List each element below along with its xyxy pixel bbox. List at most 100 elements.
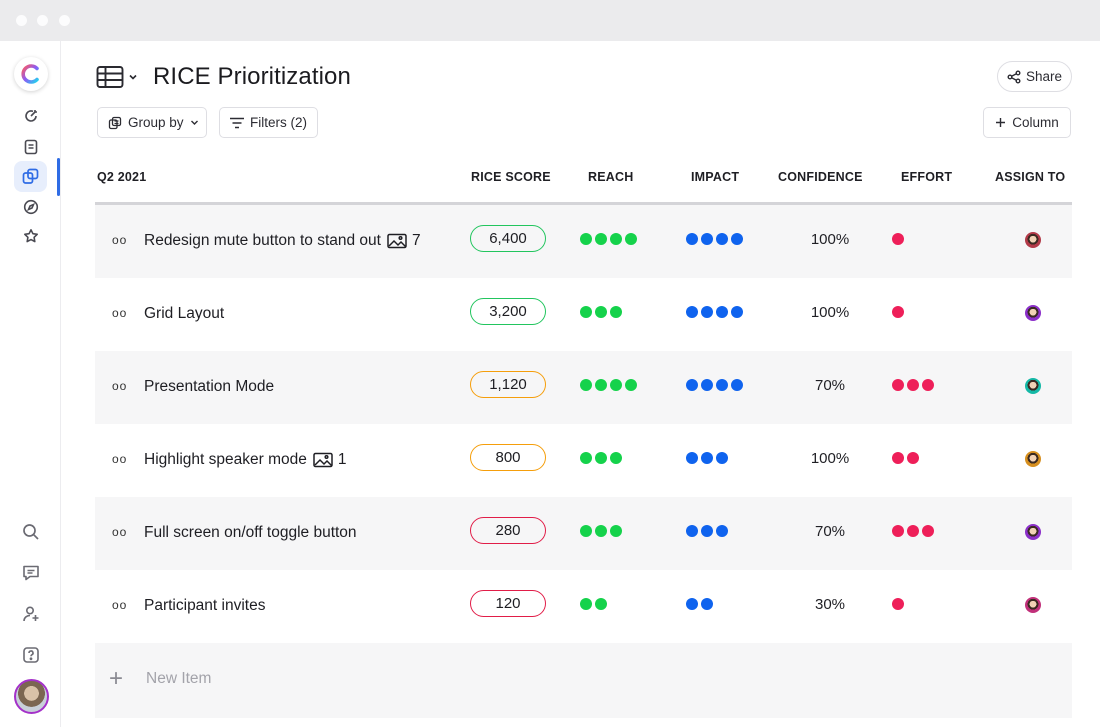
- compass-icon[interactable]: [20, 196, 41, 217]
- assignee-avatar[interactable]: [1025, 524, 1041, 540]
- app-window: RICE Prioritization Share Group by Filte…: [0, 41, 1100, 727]
- confidence-value[interactable]: 70%: [800, 377, 860, 394]
- attachments[interactable]: 7: [387, 232, 421, 250]
- star-icon[interactable]: [20, 225, 41, 246]
- table-header: Q2 2021 RICE SCORE REACH IMPACT CONFIDEN…: [95, 151, 1072, 205]
- subtask-dots-icon[interactable]: oo: [112, 306, 127, 320]
- task-name-text: Redesign mute button to stand out: [144, 232, 381, 249]
- close-window-control[interactable]: [16, 15, 27, 26]
- activity-icon[interactable]: [20, 105, 41, 126]
- share-button[interactable]: Share: [997, 61, 1072, 92]
- help-icon[interactable]: [20, 644, 41, 665]
- confidence-value[interactable]: 30%: [800, 596, 860, 613]
- rice-score-pill[interactable]: 1,120: [470, 371, 546, 398]
- column-header-effort[interactable]: EFFORT: [901, 170, 952, 184]
- page-title: RICE Prioritization: [153, 63, 351, 90]
- column-header-assign[interactable]: ASSIGN TO: [995, 170, 1065, 184]
- table-row[interactable]: oo Participant invites 120 30%: [95, 570, 1072, 643]
- table-row[interactable]: oo Redesign mute button to stand out 7 6,40…: [95, 205, 1072, 278]
- rice-score-value: 280: [495, 522, 521, 539]
- document-icon[interactable]: [20, 136, 41, 157]
- image-icon: [387, 233, 407, 249]
- plus-icon: +: [109, 665, 124, 692]
- impact-rating: [686, 379, 743, 391]
- group-by-button[interactable]: Group by: [97, 107, 207, 138]
- filters-button[interactable]: Filters (2): [219, 107, 318, 138]
- clickup-logo[interactable]: [14, 57, 48, 91]
- task-name[interactable]: Participant invites: [144, 597, 265, 615]
- task-name[interactable]: Grid Layout: [144, 305, 224, 323]
- subtask-dots-icon[interactable]: oo: [112, 525, 127, 539]
- confidence-value[interactable]: 100%: [800, 231, 860, 248]
- maximize-window-control[interactable]: [59, 15, 70, 26]
- rice-score-value: 6,400: [489, 230, 527, 247]
- effort-rating: [892, 379, 934, 391]
- view-switcher[interactable]: [96, 65, 141, 89]
- subtask-dots-icon[interactable]: oo: [112, 379, 127, 393]
- add-column-button[interactable]: Column: [983, 107, 1071, 138]
- confidence-value[interactable]: 100%: [800, 450, 860, 467]
- attachments[interactable]: 1: [313, 451, 346, 469]
- impact-rating: [686, 233, 743, 245]
- assignee-avatar[interactable]: [1025, 305, 1041, 321]
- add-user-icon[interactable]: [20, 603, 41, 624]
- share-label: Share: [1025, 69, 1063, 84]
- chat-icon[interactable]: [20, 562, 41, 583]
- task-name-text: Highlight speaker mode: [144, 451, 307, 468]
- effort-rating: [892, 525, 934, 537]
- column-header-impact[interactable]: IMPACT: [691, 170, 739, 184]
- rice-score-pill[interactable]: 280: [470, 517, 546, 544]
- reach-rating: [580, 306, 622, 318]
- chevron-down-icon: [190, 120, 198, 125]
- effort-rating: [892, 452, 919, 464]
- active-indicator: [57, 158, 60, 196]
- search-icon[interactable]: [20, 521, 41, 542]
- image-icon: [313, 452, 333, 468]
- reach-rating: [580, 598, 607, 610]
- task-name[interactable]: Presentation Mode: [144, 378, 274, 396]
- subtask-dots-icon[interactable]: oo: [112, 452, 127, 466]
- task-name-text: Participant invites: [144, 597, 266, 614]
- minimize-window-control[interactable]: [37, 15, 48, 26]
- task-name-text: Grid Layout: [144, 305, 225, 322]
- assignee-avatar[interactable]: [1025, 597, 1041, 613]
- new-item-label: New Item: [146, 670, 212, 687]
- subtask-dots-icon[interactable]: oo: [112, 598, 127, 612]
- rice-score-value: 120: [495, 595, 521, 612]
- rice-score-value: 800: [495, 449, 521, 466]
- attachment-count: 7: [411, 232, 421, 249]
- column-header-confidence[interactable]: CONFIDENCE: [778, 170, 863, 184]
- boards-icon[interactable]: [14, 161, 47, 192]
- table-row[interactable]: oo Full screen on/off toggle button 280 70%: [95, 497, 1072, 570]
- column-header-reach[interactable]: REACH: [588, 170, 633, 184]
- main-content: RICE Prioritization Share Group by Filte…: [61, 41, 1100, 727]
- column-header-rice[interactable]: RICE SCORE: [471, 170, 551, 184]
- impact-rating: [686, 525, 728, 537]
- confidence-value[interactable]: 100%: [800, 304, 860, 321]
- task-name-text: Full screen on/off toggle button: [144, 524, 357, 541]
- task-name[interactable]: Highlight speaker mode 1: [144, 451, 346, 469]
- rice-score-pill[interactable]: 3,200: [470, 298, 546, 325]
- rice-score-pill[interactable]: 800: [470, 444, 546, 471]
- group-by-label: Group by: [128, 115, 184, 130]
- assignee-avatar[interactable]: [1025, 232, 1041, 248]
- new-item-row[interactable]: + New Item: [95, 643, 1072, 718]
- user-avatar[interactable]: [14, 679, 49, 714]
- rice-score-pill[interactable]: 6,400: [470, 225, 546, 252]
- impact-rating: [686, 306, 743, 318]
- table-row[interactable]: oo Presentation Mode 1,120 70%: [95, 351, 1072, 424]
- filter-icon: [230, 117, 244, 128]
- assignee-avatar[interactable]: [1025, 451, 1041, 467]
- task-name[interactable]: Full screen on/off toggle button: [144, 524, 357, 542]
- table-view-icon: [96, 66, 124, 88]
- confidence-value[interactable]: 70%: [800, 523, 860, 540]
- table-row[interactable]: oo Grid Layout 3,200 100%: [95, 278, 1072, 351]
- effort-rating: [892, 233, 904, 245]
- table-body: oo Redesign mute button to stand out 7 6,40…: [95, 205, 1072, 643]
- subtask-dots-icon[interactable]: oo: [112, 233, 127, 247]
- rice-score-pill[interactable]: 120: [470, 590, 546, 617]
- task-name-text: Presentation Mode: [144, 378, 275, 395]
- table-row[interactable]: oo Highlight speaker mode 1 800 100%: [95, 424, 1072, 497]
- assignee-avatar[interactable]: [1025, 378, 1041, 394]
- task-name[interactable]: Redesign mute button to stand out 7: [144, 232, 421, 250]
